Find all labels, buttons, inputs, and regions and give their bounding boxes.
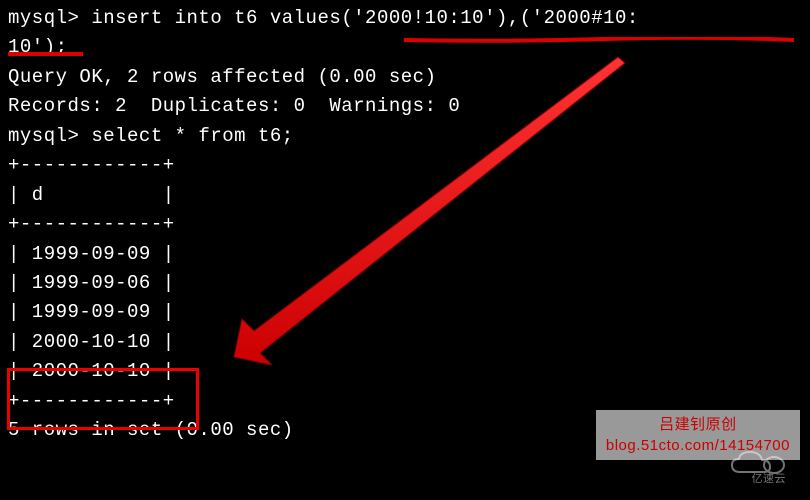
insert-statement-line2: 10'); xyxy=(8,33,802,62)
watermark-attribution: 吕建钊原创 blog.51cto.com/14154700 xyxy=(596,410,800,460)
table-row: | 1999-09-09 | xyxy=(8,298,802,327)
query-ok-line: Query OK, 2 rows affected (0.00 sec) xyxy=(8,63,802,92)
terminal-output: mysql> insert into t6 values('2000!10:10… xyxy=(8,4,802,446)
table-border-mid: +------------+ xyxy=(8,210,802,239)
records-line: Records: 2 Duplicates: 0 Warnings: 0 xyxy=(8,92,802,121)
watermark-blog-url: blog.51cto.com/14154700 xyxy=(606,435,790,456)
table-header: | d | xyxy=(8,181,802,210)
table-row: | 2000-10-10 | xyxy=(8,328,802,357)
select-statement: mysql> select * from t6; xyxy=(8,122,802,151)
cloud-brand-text: 亿速云 xyxy=(752,471,787,488)
table-row: | 2000-10-10 | xyxy=(8,357,802,386)
table-row: | 1999-09-06 | xyxy=(8,269,802,298)
table-border-top: +------------+ xyxy=(8,151,802,180)
insert-statement-line1: mysql> insert into t6 values('2000!10:10… xyxy=(8,4,802,33)
watermark-author: 吕建钊原创 xyxy=(606,414,790,435)
table-row: | 1999-09-09 | xyxy=(8,240,802,269)
